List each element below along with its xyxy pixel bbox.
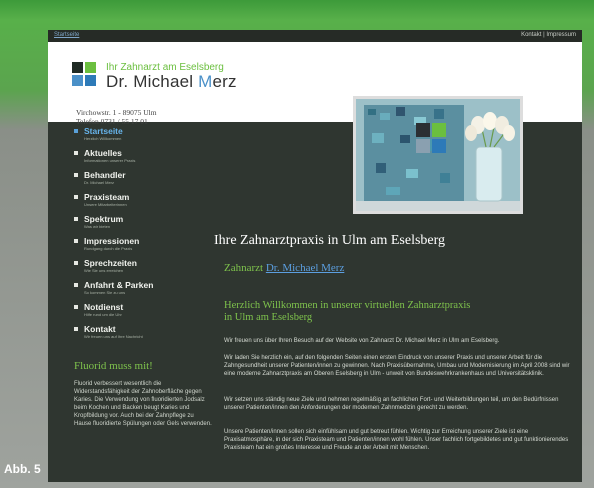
paragraph-goals: Wir setzen uns ständig neue Ziele und ne… [224, 397, 559, 411]
fluorid-text: Fluorid verbessert wesentlich die Widers… [74, 381, 212, 427]
practice-photo [353, 96, 523, 214]
nav-item-aktuelles[interactable]: Aktuelles Informationen unserer Praxis [74, 148, 214, 170]
nav-item-impressionen[interactable]: Impressionen Rundgang durch die Praxis [74, 236, 214, 258]
paragraph-team: Unsere Patienten/innen sollen sich einfü… [224, 429, 569, 451]
phone-line: Telefon 0731 / 55 17 01 [76, 117, 148, 126]
bullet-icon [74, 261, 78, 265]
bullet-icon [74, 129, 78, 133]
website-frame: Startseite Kontakt | Impressum Ihr Zahna… [48, 30, 582, 482]
nav-item-kontakt[interactable]: Kontakt Wir freuen uns auf Ihre Nachricht [74, 324, 214, 346]
page-title: Ihre Zahnarztpraxis in Ulm am Eselsberg [214, 233, 446, 248]
bullet-icon [74, 195, 78, 199]
nav-item-notdienst[interactable]: Notdienst Hilfe rund um die Uhr [74, 302, 214, 324]
nav-item-behandler[interactable]: Behandler Dr. Michael Merz [74, 170, 214, 192]
bullet-icon [74, 151, 78, 155]
welcome-heading: Herzlich Willkommen in unserer virtuelle… [224, 300, 471, 323]
fluorid-heading: Fluorid muss mit! [74, 360, 153, 372]
bullet-icon [74, 217, 78, 221]
nav-item-startseite[interactable]: Startseite Herzlich Willkommen [74, 126, 214, 148]
paragraph-intro: Wir freuen uns über Ihren Besuch auf der… [224, 338, 500, 344]
bullet-icon [74, 173, 78, 177]
bullet-icon [74, 283, 78, 287]
main-navigation: Startseite Herzlich Willkommen Aktuelles I… [74, 126, 214, 346]
nav-item-sprechzeiten[interactable]: Sprechzeiten Wie Sie uns erreichen [74, 258, 214, 280]
paragraph-invitation: Wir laden Sie herzlich ein, auf den folg… [224, 355, 570, 377]
logo-icon[interactable] [72, 62, 96, 86]
top-links[interactable]: Kontakt | Impressum [521, 32, 576, 38]
brand-name[interactable]: Dr. Michael Merz [106, 72, 237, 92]
bullet-icon [74, 305, 78, 309]
top-bar: Startseite Kontakt | Impressum [48, 30, 582, 42]
nav-item-anfahrt[interactable]: Anfahrt & Parken So kommen Sie zu uns [74, 280, 214, 302]
nav-item-praxisteam[interactable]: Praxisteam Unsere Mitarbeiterinnen [74, 192, 214, 214]
doctor-link[interactable]: Dr. Michael Merz [266, 262, 345, 274]
nav-item-spektrum[interactable]: Spektrum Was wir bieten [74, 214, 214, 236]
figure-label: Abb. 5 [4, 462, 41, 476]
doctor-line: Zahnarzt Dr. Michael Merz [224, 262, 345, 274]
bullet-icon [74, 327, 78, 331]
startseite-link[interactable]: Startseite [54, 32, 79, 38]
bullet-icon [74, 239, 78, 243]
address-block: Virchowstr. 1 - 89075 Ulm Telefon 0731 /… [76, 108, 157, 126]
address-line: Virchowstr. 1 - 89075 Ulm [76, 108, 157, 117]
